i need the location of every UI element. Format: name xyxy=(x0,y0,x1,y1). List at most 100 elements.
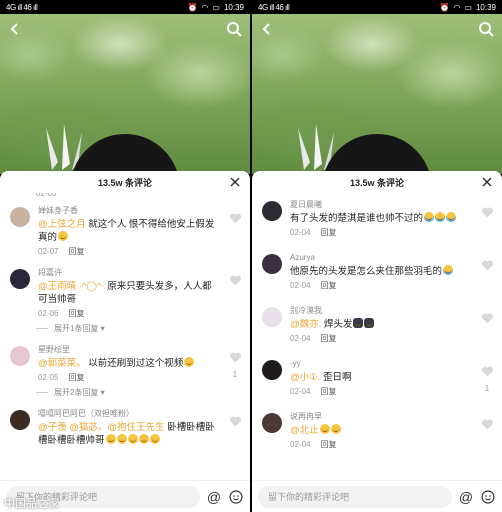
reply-button[interactable]: 回复 xyxy=(320,387,336,396)
expand-replies[interactable]: 展开2条回复 ▾ xyxy=(36,387,250,398)
emoji-icon xyxy=(443,265,454,275)
emoji-button[interactable] xyxy=(228,489,244,505)
like-button[interactable]: 1 xyxy=(228,350,242,379)
like-button[interactable] xyxy=(480,258,494,276)
comment-item: 夏日晨曦 有了头发的楚淇是谁也帅不过的 02-04 回复 xyxy=(252,199,502,238)
comment-username[interactable]: 婵妹身子香 xyxy=(38,205,218,216)
comment-count-title: 13.5w 条评论 xyxy=(349,177,405,188)
comment-input[interactable]: 留下你的精彩评论吧 xyxy=(258,485,452,508)
reply-button[interactable]: 回复 xyxy=(320,281,336,290)
comment-meta: 02-04 回复 xyxy=(290,387,470,397)
comment-date: 02-04 xyxy=(290,387,311,396)
reply-button[interactable]: 回复 xyxy=(320,228,336,237)
comment-item: -yy @小①. 歪日啊 02-04 回复 1 xyxy=(252,358,502,397)
comment-username[interactable]: Azurya xyxy=(290,252,470,263)
emoji-icon xyxy=(364,318,375,328)
comment-body: 有了头发的楚淇是谁也帅不过的 xyxy=(290,213,424,224)
comment-body: 焊头发 xyxy=(321,319,353,330)
emoji-icon xyxy=(446,212,457,222)
at-mention-button[interactable]: @ xyxy=(206,489,222,505)
like-button[interactable] xyxy=(228,414,242,432)
avatar[interactable] xyxy=(262,360,282,380)
wifi-icon: ◠ xyxy=(201,2,209,12)
comment-meta: 02-04 回复 xyxy=(290,440,470,450)
comment-meta: 02-04 回复 xyxy=(290,281,470,291)
like-button[interactable] xyxy=(480,417,494,435)
emoji-icon xyxy=(330,424,341,434)
comment-username[interactable]: 夏日晨曦 xyxy=(290,199,470,210)
comment-text[interactable]: @小①. 歪日啊 xyxy=(290,371,470,384)
comment-username[interactable]: 星野绘里 xyxy=(38,344,218,355)
expand-replies[interactable]: 展开1条回复 ▾ xyxy=(36,323,250,334)
comment-username[interactable]: 嘻嘻阿巴阿巴（双担唯粉） xyxy=(38,408,218,419)
comment-count-title: 13.5w 条评论 xyxy=(97,177,153,188)
emoji-icon xyxy=(353,318,364,328)
avatar[interactable] xyxy=(262,201,282,221)
avatar[interactable] xyxy=(10,269,30,289)
comment-item: Azurya 他原先的头发是怎么夹住那些羽毛的 02-04 回复 xyxy=(252,252,502,291)
comment-username[interactable]: 别冷漠我 xyxy=(290,305,470,316)
mention[interactable]: @子羡 @猫苾。@抱住王先生 xyxy=(38,422,165,433)
reply-button[interactable]: 回复 xyxy=(68,373,84,382)
mention[interactable]: @魏亦. xyxy=(290,319,321,330)
avatar[interactable] xyxy=(10,346,30,366)
close-icon[interactable] xyxy=(480,175,494,189)
like-count: 1 xyxy=(484,384,490,393)
comment-body: 以前还刷到过这个视频 xyxy=(85,358,184,369)
partial-comment-date: 02-03 xyxy=(36,193,57,198)
comment-username[interactable]: -yy xyxy=(290,358,470,369)
battery-icon: ▭ xyxy=(464,2,472,12)
search-icon[interactable] xyxy=(478,21,494,37)
status-bar: 4G ıll 46 ıll ⏰ ◠ ▭ 10:39 xyxy=(252,0,502,14)
comment-text[interactable]: @北止 xyxy=(290,424,470,437)
avatar[interactable] xyxy=(262,413,282,433)
like-button[interactable] xyxy=(480,205,494,223)
comment-body: 歪日啊 xyxy=(320,372,352,383)
mention[interactable]: @上弦之月 xyxy=(38,219,86,230)
search-icon[interactable] xyxy=(226,21,242,37)
comment-date: 02-07 xyxy=(38,247,59,256)
reply-button[interactable]: 回复 xyxy=(320,334,336,343)
mention[interactable]: @小①. xyxy=(290,372,320,383)
comment-text[interactable]: @魏亦. 焊头发 xyxy=(290,318,470,331)
heart-icon xyxy=(229,213,241,224)
clock: 10:39 xyxy=(475,2,496,12)
comment-sheet-header: 13.5w 条评论 xyxy=(252,171,502,193)
emoji-button[interactable] xyxy=(480,489,496,505)
status-bar: 4G ıll 46 ıll ⏰ ◠ ▭ 10:39 xyxy=(0,0,250,14)
screens: 4G ıll 46 ıll ⏰ ◠ ▭ 10:39 13.5w 条评论 02-03 婵… xyxy=(0,0,502,512)
comment-text[interactable]: 他原先的头发是怎么夹住那些羽毛的 xyxy=(290,265,470,278)
comment-text[interactable]: @上弦之月 就这个人 恨不得给他安上假发真的 xyxy=(38,218,218,244)
back-icon[interactable] xyxy=(260,22,274,36)
like-button[interactable]: 1 xyxy=(480,364,494,393)
comment-date: 02-04 xyxy=(290,334,311,343)
comment-sheet: 13.5w 条评论 02-03 婵妹身子香 @上弦之月 就这个人 恨不得给他安上… xyxy=(0,171,250,512)
like-button[interactable] xyxy=(228,211,242,229)
comment-text[interactable]: @王雨晴 ·^◯^· 原来只要头发多，人人都可当帅哥 xyxy=(38,280,218,306)
comment-username[interactable]: 说再冉早 xyxy=(290,411,470,422)
comment-text[interactable]: @郭菜菜。 以前还刷到过这个视频 xyxy=(38,357,218,370)
avatar[interactable] xyxy=(262,254,282,274)
avatar[interactable] xyxy=(10,410,30,430)
comment-text[interactable]: 有了头发的楚淇是谁也帅不过的 xyxy=(290,212,470,225)
like-button[interactable] xyxy=(480,311,494,329)
clock: 10:39 xyxy=(223,2,244,12)
mention[interactable]: @郭菜菜。 xyxy=(38,358,86,369)
mention[interactable]: @王雨晴 ·^◯^· xyxy=(38,281,105,292)
like-button[interactable] xyxy=(228,273,242,291)
heart-icon xyxy=(229,416,241,427)
reply-button[interactable]: 回复 xyxy=(68,247,84,256)
close-icon[interactable] xyxy=(228,175,242,189)
reply-button[interactable]: 回复 xyxy=(320,440,336,449)
at-mention-button[interactable]: @ xyxy=(458,489,474,505)
reply-button[interactable]: 回复 xyxy=(68,309,84,318)
expand-replies-label: 展开2条回复 xyxy=(54,388,99,397)
back-icon[interactable] xyxy=(8,22,22,36)
comment-item: 说再冉早 @北止 02-04 回复 xyxy=(252,411,502,450)
comment-username[interactable]: 段嘉许 xyxy=(38,267,218,278)
comment-meta: 02-05 回复 xyxy=(38,373,218,383)
comment-text[interactable]: @子羡 @猫苾。@抱住王先生 卧槽卧槽卧槽卧槽卧槽帅哥 xyxy=(38,421,218,447)
mention[interactable]: @北止 xyxy=(290,425,319,436)
avatar[interactable] xyxy=(10,207,30,227)
avatar[interactable] xyxy=(262,307,282,327)
